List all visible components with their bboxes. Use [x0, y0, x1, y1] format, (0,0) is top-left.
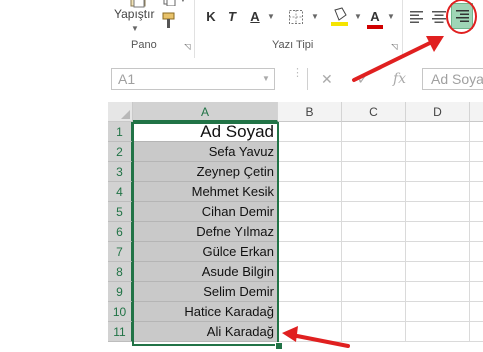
- row-header[interactable]: 5: [108, 202, 133, 222]
- cell-a4[interactable]: Mehmet Kesik: [133, 182, 278, 202]
- copy-icon[interactable]: [163, 0, 177, 7]
- align-left-icon[interactable]: [410, 11, 424, 23]
- empty-cell[interactable]: [406, 142, 470, 162]
- empty-cell[interactable]: [342, 262, 406, 282]
- empty-cell[interactable]: [342, 302, 406, 322]
- empty-cell[interactable]: [470, 122, 483, 142]
- empty-cell[interactable]: [406, 202, 470, 222]
- empty-cell[interactable]: [470, 282, 483, 302]
- empty-cell[interactable]: [342, 282, 406, 302]
- paste-dropdown-icon[interactable]: ▼: [131, 24, 139, 33]
- column-header-e[interactable]: [470, 102, 483, 122]
- empty-cell[interactable]: [470, 302, 483, 322]
- cell-a3[interactable]: Zeynep Çetin: [133, 162, 278, 182]
- row-header[interactable]: 4: [108, 182, 133, 202]
- empty-cell[interactable]: [342, 202, 406, 222]
- empty-cell[interactable]: [278, 242, 342, 262]
- fill-color-icon[interactable]: [331, 6, 349, 28]
- font-color-dropdown-icon[interactable]: ▼: [387, 8, 395, 26]
- clipboard-group-label: Pano: [131, 39, 157, 51]
- bold-button[interactable]: K: [204, 8, 218, 26]
- cell-a11[interactable]: Ali Karadağ: [133, 322, 278, 342]
- row-header[interactable]: 8: [108, 262, 133, 282]
- empty-cell[interactable]: [342, 162, 406, 182]
- empty-cell[interactable]: [406, 222, 470, 242]
- font-color-button[interactable]: A: [368, 8, 382, 26]
- empty-cell[interactable]: [470, 142, 483, 162]
- column-header-b[interactable]: B: [278, 102, 342, 122]
- cell-a10[interactable]: Hatice Karadağ: [133, 302, 278, 322]
- empty-cell[interactable]: [406, 162, 470, 182]
- row-header[interactable]: 3: [108, 162, 133, 182]
- paste-button[interactable]: Yapıştır: [114, 7, 154, 21]
- borders-icon[interactable]: [289, 10, 303, 24]
- empty-cell[interactable]: [470, 262, 483, 282]
- formula-separator: [307, 68, 308, 90]
- cell-a7[interactable]: Gülce Erkan: [133, 242, 278, 262]
- empty-cell[interactable]: [406, 262, 470, 282]
- row-header[interactable]: 9: [108, 282, 133, 302]
- arrow-to-cell-a11: [282, 326, 350, 348]
- name-box[interactable]: A1: [111, 68, 275, 90]
- row-header[interactable]: 10: [108, 302, 133, 322]
- row-header[interactable]: 1: [108, 122, 133, 142]
- align-center-icon[interactable]: [432, 11, 446, 23]
- empty-cell[interactable]: [278, 282, 342, 302]
- column-header-c[interactable]: C: [342, 102, 406, 122]
- empty-cell[interactable]: [470, 182, 483, 202]
- cancel-icon[interactable]: ✕: [321, 68, 333, 90]
- cell-a5[interactable]: Cihan Demir: [133, 202, 278, 222]
- empty-cell[interactable]: [406, 302, 470, 322]
- group-separator: [194, 0, 195, 58]
- italic-button[interactable]: T: [225, 8, 239, 26]
- empty-cell[interactable]: [406, 282, 470, 302]
- empty-cell[interactable]: [342, 182, 406, 202]
- empty-cell[interactable]: [342, 242, 406, 262]
- more-dots-icon[interactable]: ⋮: [292, 68, 303, 79]
- arrow-to-align-right: [352, 36, 444, 82]
- empty-cell[interactable]: [278, 262, 342, 282]
- empty-cell[interactable]: [278, 202, 342, 222]
- row-header[interactable]: 7: [108, 242, 133, 262]
- column-header-a[interactable]: A: [133, 102, 278, 122]
- select-all-corner[interactable]: [108, 102, 133, 122]
- empty-cell[interactable]: [470, 162, 483, 182]
- empty-cell[interactable]: [470, 222, 483, 242]
- row-header[interactable]: 2: [108, 142, 133, 162]
- empty-cell[interactable]: [470, 202, 483, 222]
- empty-cell[interactable]: [406, 322, 470, 342]
- cell-a1[interactable]: Ad Soyad: [133, 122, 278, 142]
- empty-cell[interactable]: [278, 222, 342, 242]
- cell-a8[interactable]: Asude Bilgin: [133, 262, 278, 282]
- format-painter-icon[interactable]: [161, 12, 177, 30]
- empty-cell[interactable]: [470, 242, 483, 262]
- empty-cell[interactable]: [278, 162, 342, 182]
- font-group-label: Yazı Tipi: [272, 39, 314, 51]
- empty-cell[interactable]: [342, 122, 406, 142]
- column-header-d[interactable]: D: [406, 102, 470, 122]
- cell-a6[interactable]: Defne Yılmaz: [133, 222, 278, 242]
- empty-cell[interactable]: [278, 122, 342, 142]
- borders-dropdown-icon[interactable]: ▼: [311, 8, 319, 26]
- row-header[interactable]: 6: [108, 222, 133, 242]
- empty-cell[interactable]: [470, 322, 483, 342]
- empty-cell[interactable]: [278, 182, 342, 202]
- clipboard-dialog-launcher-icon[interactable]: ◹: [183, 42, 192, 51]
- cell-a9[interactable]: Selim Demir: [133, 282, 278, 302]
- empty-cell[interactable]: [342, 222, 406, 242]
- fill-color-dropdown-icon[interactable]: ▼: [354, 8, 362, 26]
- underline-dropdown-icon[interactable]: ▼: [267, 8, 275, 26]
- empty-cell[interactable]: [406, 242, 470, 262]
- row-header[interactable]: 11: [108, 322, 133, 342]
- underline-button[interactable]: A: [248, 8, 262, 26]
- copy-dropdown-icon[interactable]: ▼: [179, 0, 187, 4]
- empty-cell[interactable]: [278, 142, 342, 162]
- empty-cell[interactable]: [406, 122, 470, 142]
- empty-cell[interactable]: [406, 182, 470, 202]
- empty-cell[interactable]: [278, 302, 342, 322]
- name-box-dropdown-icon[interactable]: ▼: [262, 74, 270, 83]
- empty-cell[interactable]: [342, 142, 406, 162]
- cell-a2[interactable]: Sefa Yavuz: [133, 142, 278, 162]
